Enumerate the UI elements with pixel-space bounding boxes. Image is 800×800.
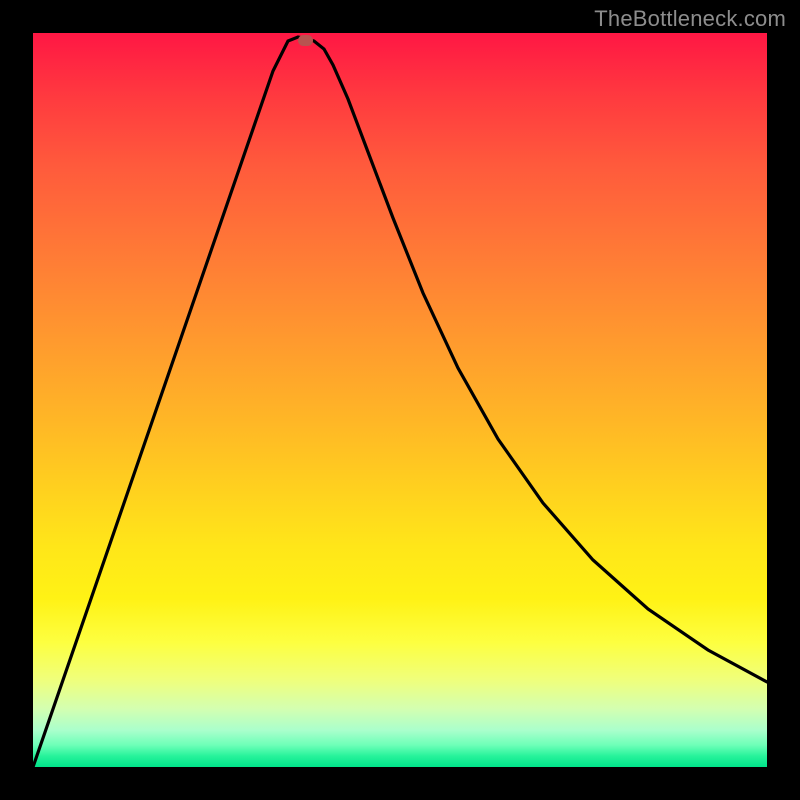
- chart-frame: TheBottleneck.com: [0, 0, 800, 800]
- watermark-text: TheBottleneck.com: [594, 6, 786, 32]
- curve-path: [33, 37, 767, 767]
- optimal-marker: [298, 35, 313, 46]
- bottleneck-curve: [33, 33, 767, 767]
- plot-area: [33, 33, 767, 767]
